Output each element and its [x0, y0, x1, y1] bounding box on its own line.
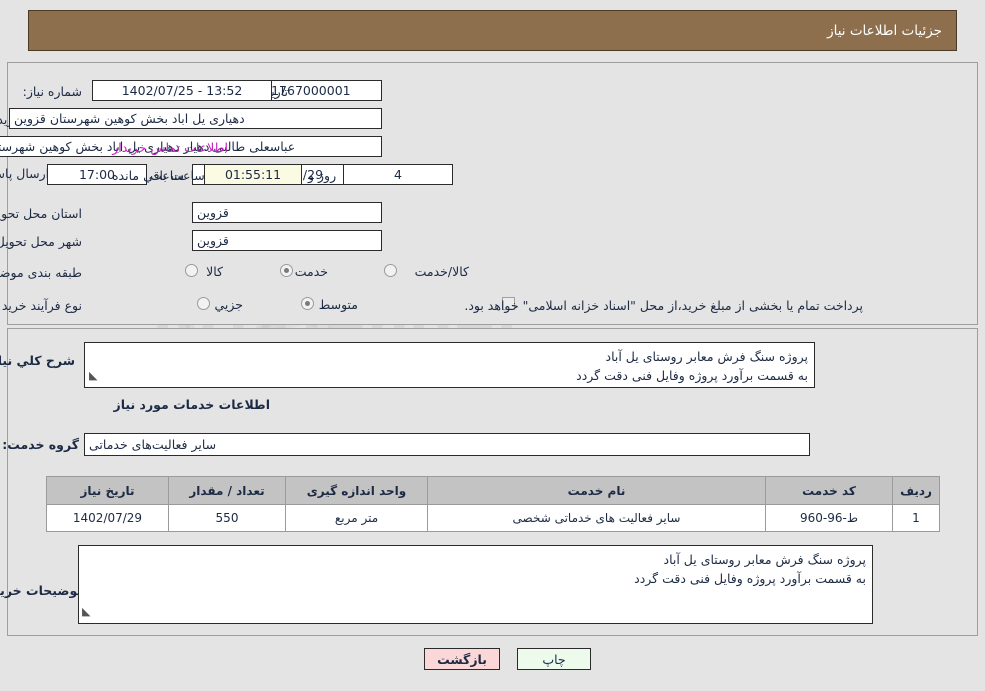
cell-date: 1402/07/29 [46, 504, 169, 532]
col-index: ردیف [892, 476, 940, 505]
service-group-field[interactable]: سایر فعالیت‌های خدماتی [84, 433, 810, 456]
announce-date-field[interactable]: 13:52 - 1402/07/25 [92, 80, 272, 101]
province-label: استان محل تحویل: [0, 206, 82, 221]
services-table: ردیف کد خدمت نام خدمت واحد اندازه گیری ت… [46, 476, 940, 532]
radio-process-medium[interactable] [301, 297, 314, 310]
process-label: نوع فرآیند خرید : [0, 298, 82, 313]
buyer-notes-label: توضیحات خریدار: [0, 583, 82, 598]
radio-process-minor[interactable] [197, 297, 210, 310]
print-button[interactable]: چاپ [517, 648, 591, 670]
need-number-label: شماره نیاز: [22, 84, 82, 99]
general-description-textarea[interactable]: پروژه سنگ فرش معابر روستای یل آباد به قس… [84, 342, 815, 388]
radio-category-service-label: خدمت [294, 264, 328, 279]
cell-name: سایر فعالیت های خدماتی شخصی [427, 504, 766, 532]
col-code: کد خدمت [765, 476, 893, 505]
city-field[interactable]: قزوین [192, 230, 382, 251]
services-section-title: اطلاعات خدمات مورد نیاز [113, 397, 271, 412]
service-group-label: گروه خدمت: [2, 437, 79, 452]
city-label: شهر محل تحویل: [0, 234, 82, 249]
buyer-notes-resize-grip[interactable]: ◢ [82, 605, 90, 618]
need-info-panel [7, 62, 978, 325]
treasury-documents-label: پرداخت تمام یا بخشی از مبلغ خرید،از محل … [464, 298, 863, 313]
col-name: نام خدمت [427, 476, 766, 505]
countdown-field: 01:55:11 [204, 164, 302, 185]
col-quantity: تعداد / مقدار [168, 476, 286, 505]
radio-category-service[interactable] [280, 264, 293, 277]
page-title: جزئیات اطلاعات نیاز [827, 22, 942, 39]
radio-category-goods[interactable] [185, 264, 198, 277]
days-field[interactable]: 4 [343, 164, 453, 185]
general-description-resize-grip[interactable]: ◢ [89, 369, 97, 382]
back-button[interactable]: بازگشت [424, 648, 500, 670]
radio-category-goods-service-label: کالا/خدمت [414, 264, 469, 279]
general-description-label: شرح کلي نياز: [0, 353, 75, 368]
province-field[interactable]: قزوین [192, 202, 382, 223]
countdown-label: ساعت باقي مانده [112, 168, 205, 183]
table-header-row: ردیف کد خدمت نام خدمت واحد اندازه گیری ت… [46, 476, 940, 505]
page-header: جزئیات اطلاعات نیاز [28, 10, 957, 51]
category-label: طبقه بندی موضوعی: [0, 265, 82, 280]
radio-process-medium-label: متوسط [318, 297, 358, 312]
buyer-org-field[interactable]: دهیاری یل اباد بخش کوهین شهرستان قزوین [9, 108, 382, 129]
radio-category-goods-label: کالا [206, 264, 223, 279]
cell-code: ط-96-960 [765, 504, 893, 532]
cell-unit: متر مربع [285, 504, 428, 532]
cell-quantity: 550 [168, 504, 286, 532]
table-row[interactable]: 1 ط-96-960 سایر فعالیت های خدماتی شخصی م… [46, 504, 940, 532]
cell-index: 1 [892, 504, 940, 532]
days-label: روز و [308, 168, 337, 183]
radio-process-minor-label: جزیي [214, 297, 243, 312]
page-root: AriaTender .net جزئیات اطلاعات نیاز شمار… [0, 0, 985, 691]
col-unit: واحد اندازه گیری [285, 476, 428, 505]
buyer-notes-textarea[interactable]: پروژه سنگ فرش معابر روستای یل آباد به قس… [78, 545, 873, 624]
col-date: تاریخ نیاز [46, 476, 169, 505]
radio-category-goods-service[interactable] [384, 264, 397, 277]
buyer-contact-link[interactable]: اطلاعات تماس خریدار [112, 140, 228, 155]
